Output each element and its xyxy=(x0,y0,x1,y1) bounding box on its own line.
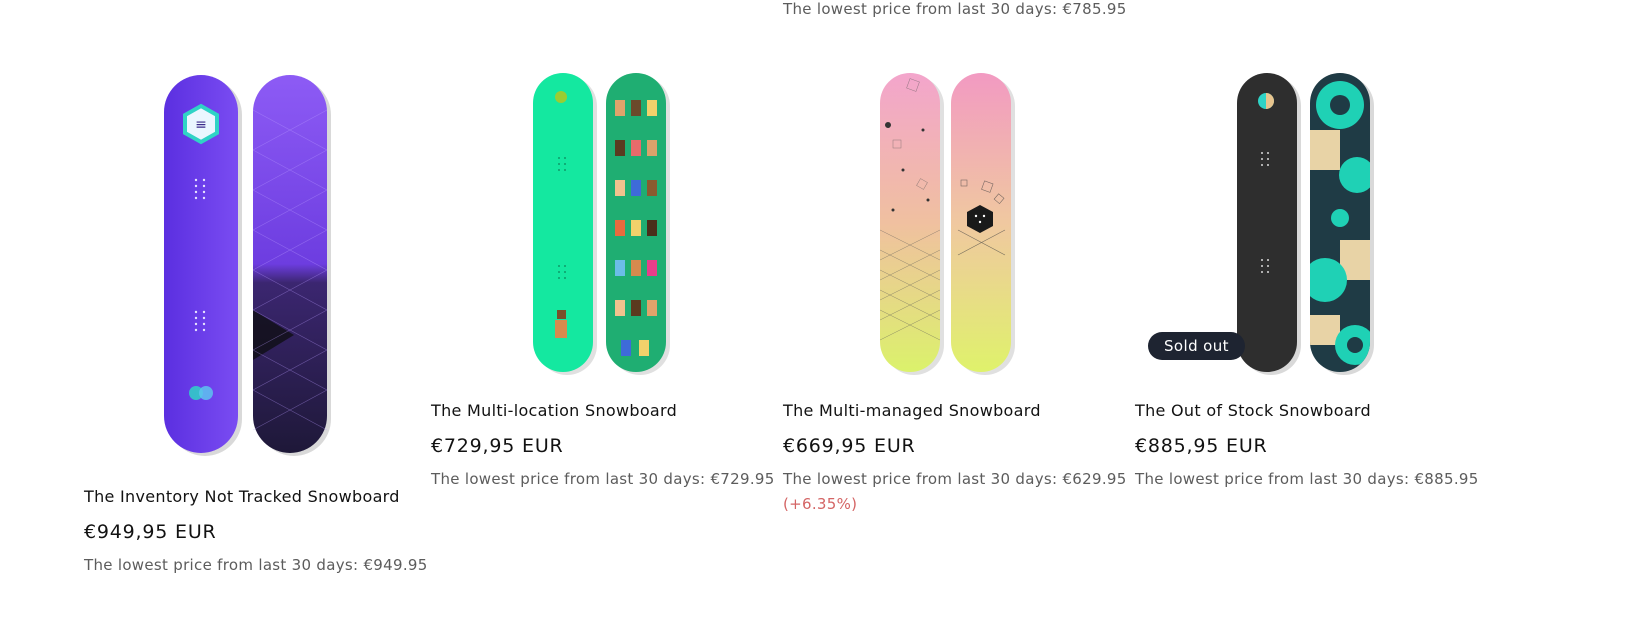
lowest-price-text: The lowest price from last 30 days: €729… xyxy=(431,470,775,488)
product-price: €729,95 EUR xyxy=(431,435,564,457)
product-image[interactable]: ≡ xyxy=(84,70,414,460)
product-image[interactable] xyxy=(431,70,761,375)
product-price: €885,95 EUR xyxy=(1135,435,1268,457)
product-title[interactable]: The Multi-location Snowboard xyxy=(431,401,761,420)
product-title[interactable]: The Multi-managed Snowboard xyxy=(783,401,1113,420)
lowest-price-text: The lowest price from last 30 days: €629… xyxy=(783,470,1127,488)
product-image[interactable] xyxy=(783,70,1113,375)
top-lowest-price-text: The lowest price from last 30 days: €785… xyxy=(783,0,1127,18)
lowest-price-text: The lowest price from last 30 days: €885… xyxy=(1135,470,1479,488)
product-title[interactable]: The Out of Stock Snowboard xyxy=(1135,401,1465,420)
product-card[interactable]: The Multi-managed Snowboard €669,95 EUR … xyxy=(783,70,1127,513)
product-image[interactable]: Sold out xyxy=(1135,70,1465,375)
price-change-text: (+6.35%) xyxy=(783,495,858,513)
product-card[interactable]: Sold out The Out of Stock Snowboard €885… xyxy=(1135,70,1479,488)
product-price: €949,95 EUR xyxy=(84,521,217,543)
product-title[interactable]: The Inventory Not Tracked Snowboard xyxy=(84,487,414,506)
product-card[interactable]: ≡ The Inventory Not Tracked Snowboard €9… xyxy=(84,70,428,574)
product-card[interactable]: The Multi-location Snowboard €729,95 EUR… xyxy=(431,70,775,488)
svg-text:≡: ≡ xyxy=(195,117,207,133)
sold-out-badge: Sold out xyxy=(1148,332,1245,360)
product-price: €669,95 EUR xyxy=(783,435,916,457)
lowest-price-text: The lowest price from last 30 days: €949… xyxy=(84,556,428,574)
